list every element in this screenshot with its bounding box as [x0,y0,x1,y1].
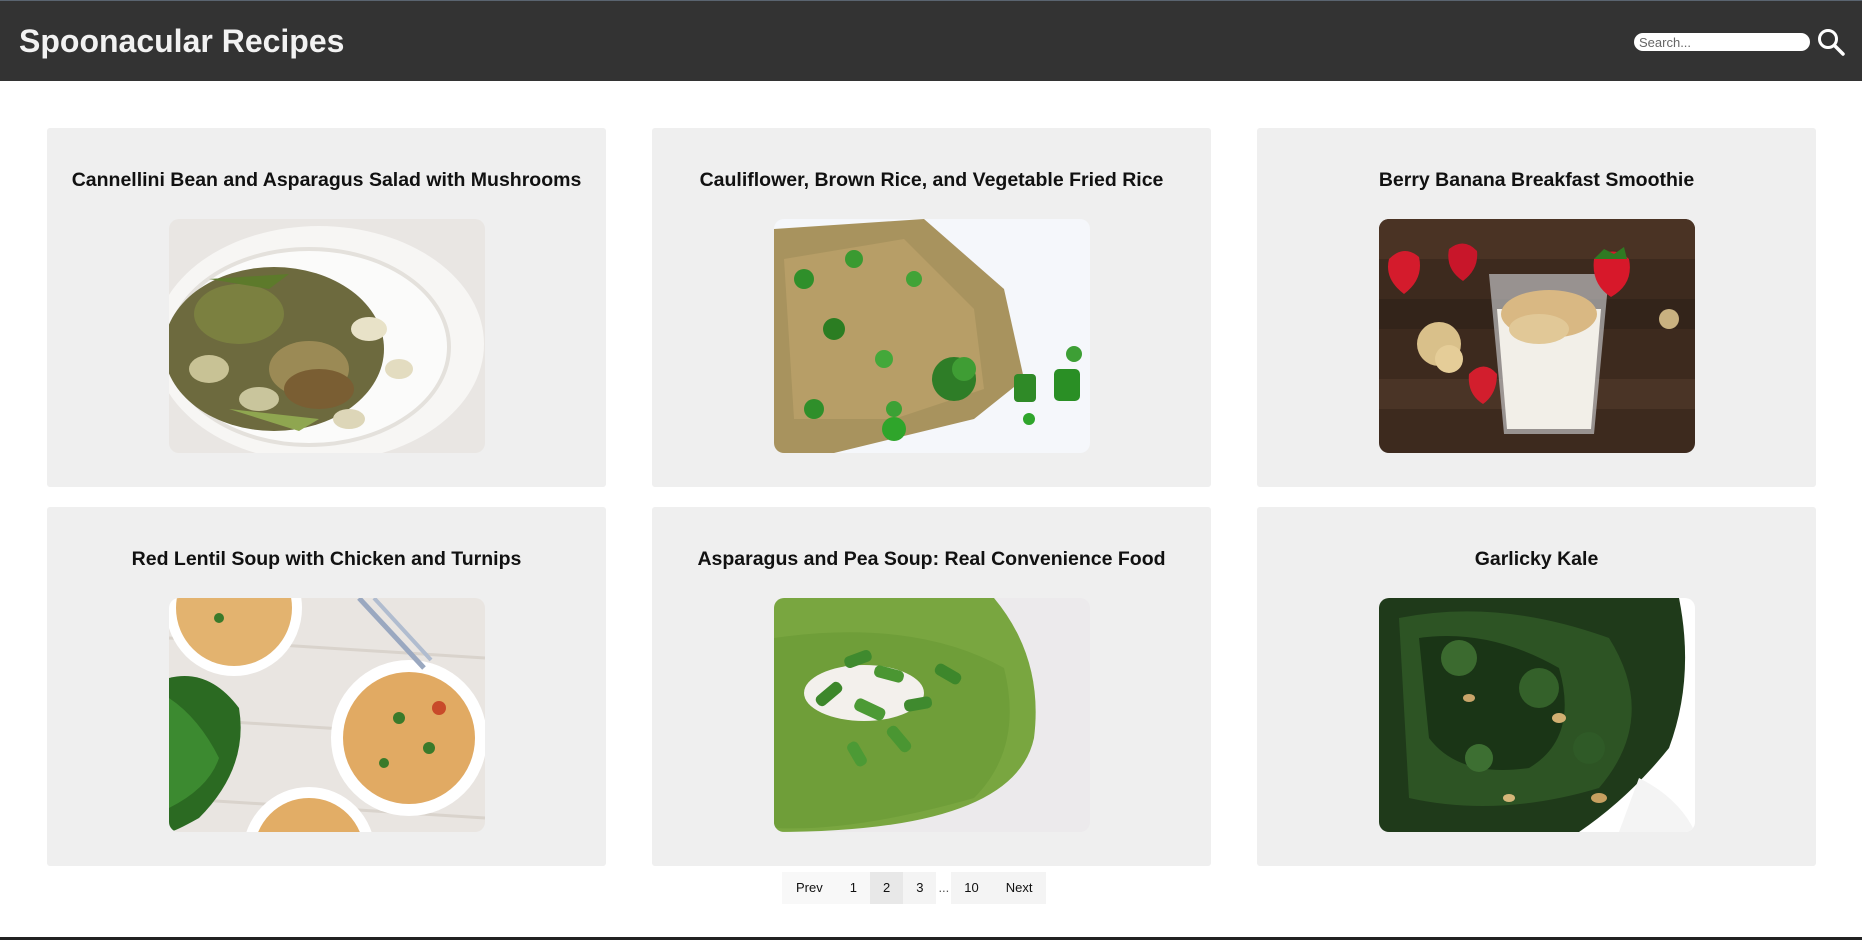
recipe-card[interactable]: Berry Banana Breakfast Smoothie [1257,128,1816,487]
recipe-title[interactable]: Berry Banana Breakfast Smoothie [1379,169,1694,193]
recipe-image[interactable] [168,219,485,453]
recipe-photo [1378,219,1695,453]
search-button[interactable] [1814,25,1848,59]
page-button-1[interactable]: 1 [836,872,870,904]
recipe-title[interactable]: Cannellini Bean and Asparagus Salad with… [72,169,582,193]
recipe-title[interactable]: Cauliflower, Brown Rice, and Vegetable F… [700,169,1164,193]
recipe-card[interactable]: Cauliflower, Brown Rice, and Vegetable F… [652,128,1211,487]
page-button-10[interactable]: 10 [951,872,992,904]
search-icon [1818,29,1845,56]
recipe-title[interactable]: Asparagus and Pea Soup: Real Convenience… [697,548,1165,572]
recipe-photo [168,219,485,453]
recipe-title[interactable]: Garlicky Kale [1475,548,1599,572]
prev-page-button[interactable]: Prev [782,872,837,904]
search-bar [1634,25,1848,59]
recipe-image[interactable] [773,598,1090,832]
next-page-button[interactable]: Next [991,872,1047,904]
page-button-2[interactable]: 2 [869,872,904,904]
recipe-image[interactable] [1378,598,1695,832]
recipe-title[interactable]: Red Lentil Soup with Chicken and Turnips [132,548,522,572]
top-navbar: Spoonacular Recipes [0,0,1862,81]
recipe-grid: Cannellini Bean and Asparagus Salad with… [47,128,1816,866]
recipe-photo [773,219,1090,453]
recipe-photo [168,598,485,832]
recipe-card[interactable]: Garlicky Kale [1257,507,1816,866]
search-input[interactable] [1634,33,1810,51]
recipe-image[interactable] [168,598,485,832]
pagination-ellipsis: ... [938,880,950,895]
page-button-3[interactable]: 3 [903,872,937,904]
recipe-card[interactable]: Asparagus and Pea Soup: Real Convenience… [652,507,1211,866]
recipe-photo [1378,598,1695,832]
recipe-photo [773,598,1090,832]
recipe-image[interactable] [773,219,1090,453]
recipe-card[interactable]: Red Lentil Soup with Chicken and Turnips [47,507,606,866]
recipe-image[interactable] [1378,219,1695,453]
site-title[interactable]: Spoonacular Recipes [19,21,344,61]
recipe-card[interactable]: Cannellini Bean and Asparagus Salad with… [47,128,606,487]
pagination: Prev 1 2 3 ... 10 Next [782,872,1047,904]
